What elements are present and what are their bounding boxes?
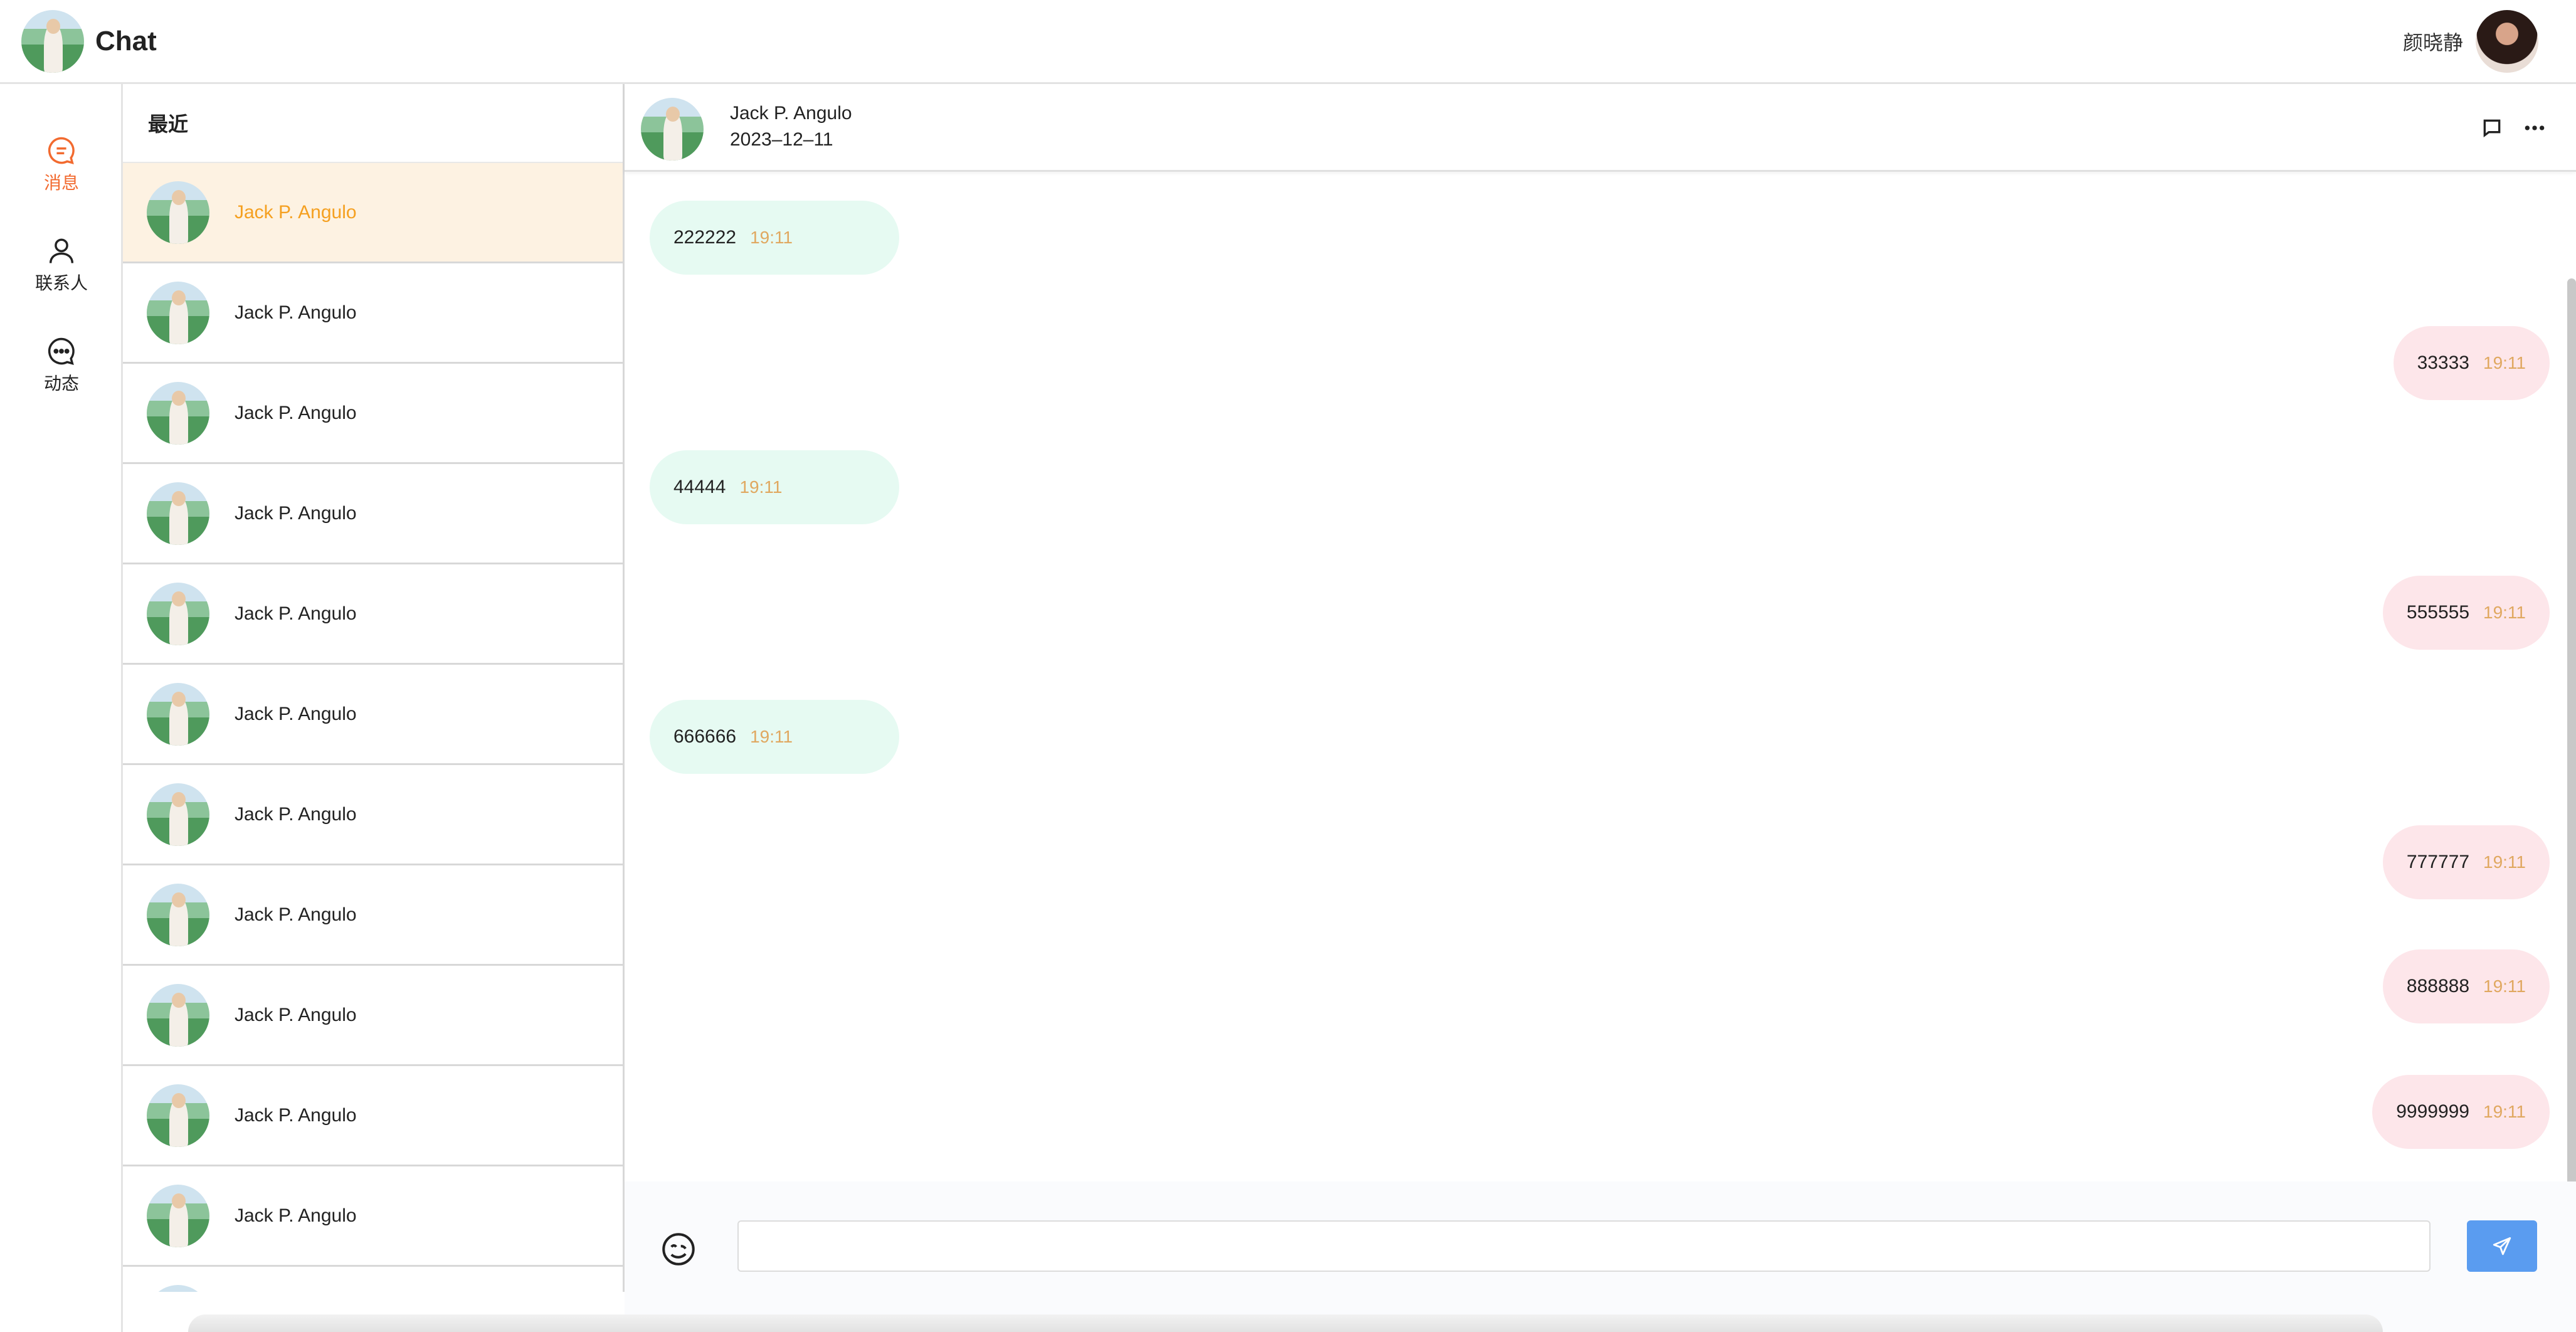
- comment-icon: [2483, 119, 2501, 137]
- message-bubble-outgoing[interactable]: 777777 19:11: [2382, 825, 2550, 899]
- more-button[interactable]: [2522, 115, 2547, 140]
- app-title: Chat: [95, 26, 157, 56]
- avatar: [147, 983, 209, 1047]
- message-time: 19:11: [750, 228, 793, 247]
- conversation-item[interactable]: Jack P. Angulo: [123, 364, 623, 464]
- message-text: 9999999: [2396, 1101, 2469, 1122]
- avatar: [147, 1084, 209, 1147]
- message-scrollbar[interactable]: [2567, 278, 2576, 1257]
- avatar: [147, 1184, 209, 1247]
- send-button[interactable]: [2467, 1220, 2537, 1272]
- chat-pane: Jack P. Angulo 2023–12–11 222222 19:11 3…: [625, 84, 2576, 1332]
- message-text: 888888: [2406, 976, 2469, 996]
- message-icon: [48, 137, 75, 164]
- rail-label-messages: 消息: [43, 173, 79, 193]
- message-time: 19:11: [2483, 1102, 2526, 1121]
- conversation-name: Jack P. Angulo: [235, 1205, 357, 1226]
- conversation-item[interactable]: Jack P. Angulo: [123, 464, 623, 564]
- composer: [625, 1181, 2576, 1332]
- conversation-name: Jack P. Angulo: [235, 703, 357, 724]
- message-bubble-incoming[interactable]: 666666 19:11: [650, 700, 899, 774]
- conversation-name: Jack P. Angulo: [235, 201, 357, 223]
- conversation-item[interactable]: Jack P. Angulo: [123, 1066, 623, 1166]
- avatar: [147, 482, 209, 545]
- message-input[interactable]: [737, 1220, 2431, 1272]
- conversation-name: Jack P. Angulo: [235, 603, 357, 624]
- conversation-name: Jack P. Angulo: [235, 1104, 357, 1126]
- message-text: 222222: [673, 227, 737, 248]
- emoji-icon: [662, 1233, 695, 1266]
- message-time: 19:11: [750, 727, 793, 746]
- list-header: 最近: [123, 84, 623, 163]
- rail-item-contacts[interactable]: 联系人: [0, 235, 123, 310]
- send-icon: [2493, 1237, 2511, 1255]
- avatar: [147, 181, 209, 244]
- conversation-name: Jack P. Angulo: [235, 402, 357, 423]
- moments-icon: [48, 337, 75, 365]
- contact-icon: [49, 238, 74, 263]
- conversation-item[interactable]: Jack P. Angulo: [123, 865, 623, 966]
- conversation-item-partial[interactable]: [123, 1267, 623, 1292]
- rail-label-contacts: 联系人: [34, 273, 88, 293]
- message-bubble-outgoing[interactable]: 555555 19:11: [2382, 576, 2550, 650]
- peer-avatar[interactable]: [641, 98, 704, 161]
- message-bubble-outgoing[interactable]: 33333 19:11: [2393, 326, 2550, 400]
- message-bubble-incoming[interactable]: 44444 19:11: [650, 450, 899, 524]
- user-avatar[interactable]: [2476, 10, 2538, 73]
- conversation-list: 最近 Jack P. Angulo Jack P. Angulo Jack P.…: [123, 84, 625, 1292]
- conversation-item[interactable]: Jack P. Angulo: [123, 263, 623, 364]
- message-text: 555555: [2406, 602, 2469, 623]
- message-time: 19:11: [2483, 603, 2526, 622]
- message-bubble-outgoing[interactable]: 9999999 19:11: [2372, 1075, 2550, 1149]
- message-text: 33333: [2417, 352, 2469, 373]
- app-logo-avatar: [21, 10, 84, 73]
- avatar: [147, 1284, 209, 1292]
- avatar: [147, 682, 209, 746]
- bottom-shadow: [188, 1314, 2383, 1332]
- message-text: 777777: [2406, 852, 2469, 872]
- rail-label-moments: 动态: [43, 374, 79, 393]
- conversation-name: Jack P. Angulo: [235, 302, 357, 323]
- chat-header: Jack P. Angulo 2023–12–11: [625, 84, 2576, 172]
- message-bubble-incoming[interactable]: 222222 19:11: [650, 201, 899, 275]
- conversation-item[interactable]: Jack P. Angulo: [123, 1166, 623, 1267]
- user-menu[interactable]: 颜晓静: [2403, 9, 2538, 74]
- message-text: 666666: [673, 726, 737, 747]
- conversation-item[interactable]: Jack P. Angulo: [123, 564, 623, 665]
- peer-name: Jack P. Angulo: [730, 103, 852, 124]
- brand: Chat: [21, 10, 157, 73]
- rail-item-messages[interactable]: 消息: [0, 134, 123, 209]
- rail-item-moments[interactable]: 动态: [0, 335, 123, 410]
- message-list: 222222 19:11 33333 19:11 44444 19:11 555…: [625, 172, 2576, 1181]
- message-time: 19:11: [2483, 852, 2526, 872]
- conversation-item[interactable]: Jack P. Angulo: [123, 966, 623, 1066]
- conversation-name: Jack P. Angulo: [235, 904, 357, 925]
- user-name: 颜晓静: [2402, 31, 2463, 54]
- more-icon: [2525, 125, 2545, 130]
- emoji-button[interactable]: [660, 1230, 697, 1268]
- avatar: [147, 783, 209, 846]
- nav-rail: 消息 联系人 动态: [0, 84, 123, 1332]
- comment-button[interactable]: [2479, 115, 2505, 140]
- conversation-item[interactable]: Jack P. Angulo: [123, 665, 623, 765]
- message-time: 19:11: [2483, 353, 2526, 373]
- avatar: [147, 381, 209, 445]
- avatar: [147, 582, 209, 645]
- avatar: [147, 281, 209, 344]
- message-text: 44444: [673, 477, 726, 497]
- peer-date: 2023–12–11: [730, 129, 833, 150]
- avatar: [147, 883, 209, 946]
- message-time: 19:11: [739, 477, 783, 497]
- conversation-name: Jack P. Angulo: [235, 1004, 357, 1025]
- message-time: 19:11: [2483, 976, 2526, 996]
- conversation-item[interactable]: Jack P. Angulo: [123, 765, 623, 865]
- top-bar: Chat 颜晓静: [0, 0, 2576, 84]
- message-bubble-outgoing[interactable]: 888888 19:11: [2382, 949, 2550, 1023]
- conversation-item[interactable]: Jack P. Angulo: [123, 163, 623, 263]
- conversation-name: Jack P. Angulo: [235, 803, 357, 825]
- conversation-name: Jack P. Angulo: [235, 502, 357, 524]
